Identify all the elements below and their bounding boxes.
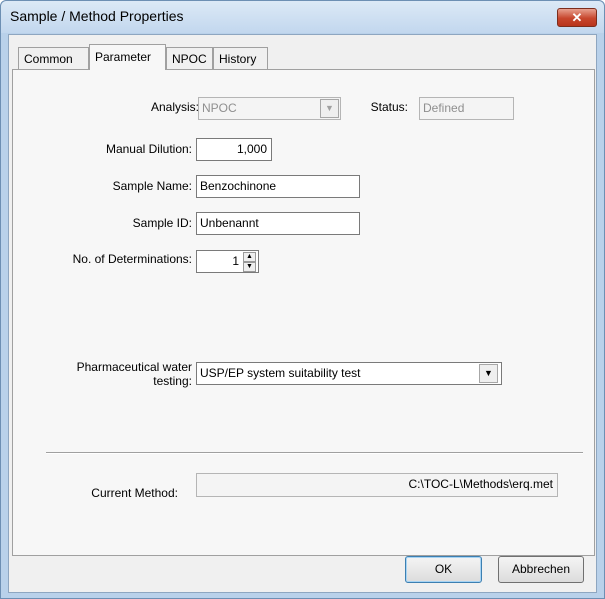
ok-button[interactable]: OK [405,556,482,583]
cancel-label: Abbrechen [511,562,571,576]
sample-name-label: Sample Name: [112,179,192,193]
ok-label: OK [434,562,453,576]
current-method-label: Current Method: [91,486,178,500]
status-value: Defined [423,101,465,115]
pharma-label-line2: testing: [153,374,192,388]
close-button[interactable]: ✕ [557,8,597,27]
tab-history[interactable]: History [213,47,268,69]
tab-npoc[interactable]: NPOC [166,47,213,69]
cancel-button[interactable]: Abbrechen [498,556,584,583]
dialog-window: Sample / Method Properties ✕ Common Para… [0,0,605,599]
determinations-label: No. of Determinations: [72,252,192,266]
tab-label: Common [24,52,73,66]
manual-dilution-input[interactable]: 1,000 [196,138,272,161]
dialog-client-area: Common Parameter NPOC History Analysis: … [8,34,597,593]
sample-id-input[interactable]: Unbenannt [196,212,360,235]
manual-dilution-value: 1,000 [236,142,267,156]
pharma-value: USP/EP system suitability test [200,366,361,380]
pharma-label: Pharmaceutical water testing: [33,360,192,388]
analysis-value: NPOC [202,101,237,115]
tab-label: NPOC [172,52,207,66]
current-method-value: C:\TOC-L\Methods\erq.met [408,477,554,491]
sample-id-value: Unbenannt [200,216,259,230]
analysis-label: Analysis: [150,100,199,114]
chevron-down-icon[interactable]: ▼ [479,364,498,383]
triangle-down-icon[interactable]: ▼ [243,262,256,272]
current-method-field: C:\TOC-L\Methods\erq.met [196,473,558,497]
sample-name-value: Benzochinone [200,179,277,193]
pharma-select[interactable]: USP/EP system suitability test [196,362,502,385]
chevron-down-icon: ▼ [320,99,339,118]
determinations-value: 1 [232,254,239,268]
parameter-panel: Analysis: NPOC ▼ Status: Defined Manual … [12,69,595,556]
close-icon: ✕ [571,10,583,25]
pharma-label-line1: Pharmaceutical water [76,360,192,374]
separator [46,452,583,454]
tab-label: History [219,52,257,66]
status-label: Status: [370,100,408,114]
title-bar[interactable]: Sample / Method Properties ✕ [1,1,604,33]
triangle-up-icon[interactable]: ▲ [243,252,256,262]
tab-label: Parameter [95,50,152,64]
sample-name-input[interactable]: Benzochinone [196,175,360,198]
sample-id-label: Sample ID: [132,216,192,230]
tab-parameter[interactable]: Parameter [89,44,166,70]
manual-dilution-label: Manual Dilution: [105,142,192,156]
status-field: Defined [419,97,514,120]
window-title: Sample / Method Properties [10,8,184,24]
tab-common[interactable]: Common [18,47,89,69]
